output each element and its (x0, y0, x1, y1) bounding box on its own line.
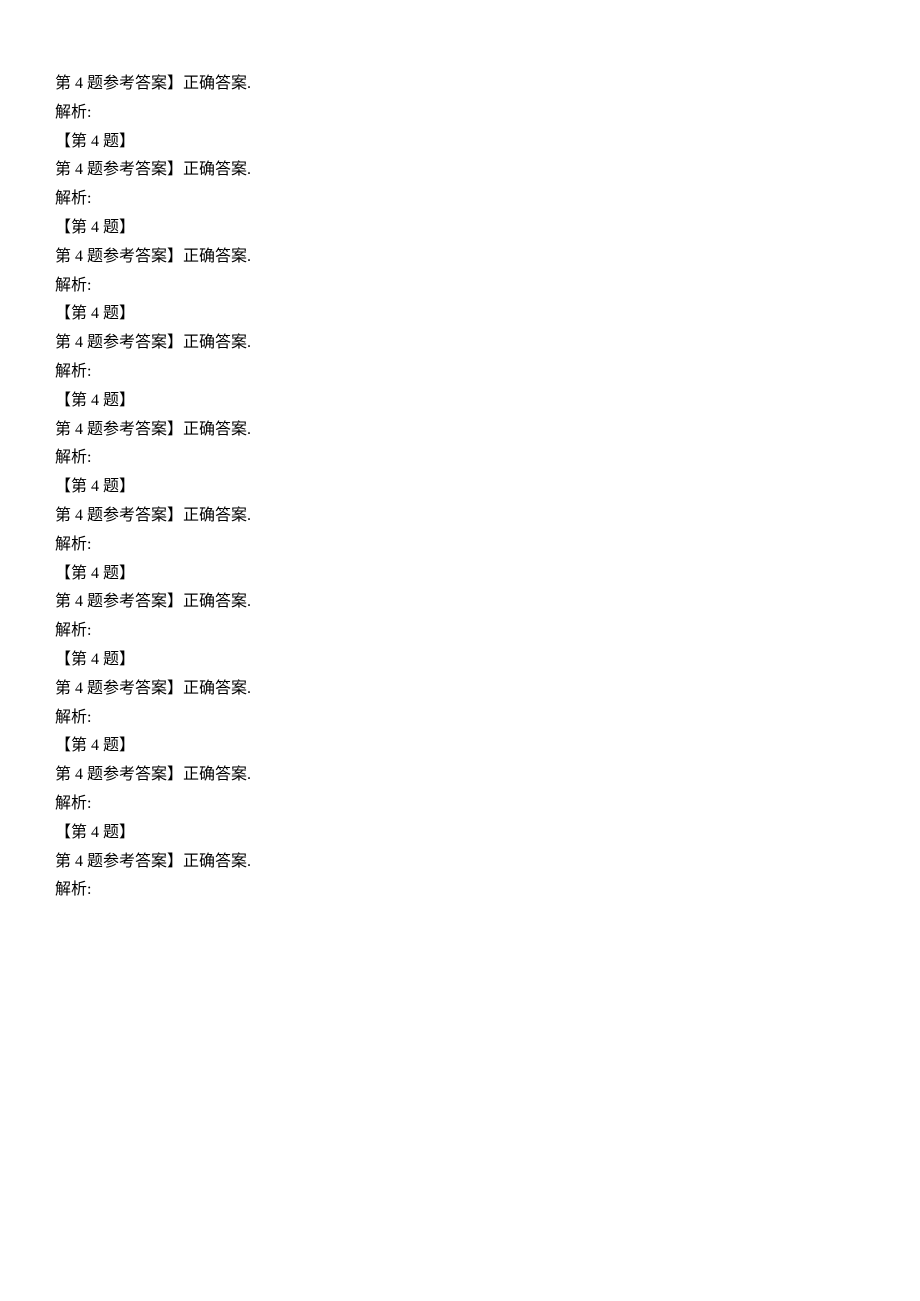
question-header: 【第 4 题】 (55, 819, 865, 848)
question-header: 【第 4 题】 (55, 732, 865, 761)
analysis-line: 解析: (55, 790, 865, 819)
analysis-line: 解析: (55, 531, 865, 560)
answer-line: 第 4 题参考答案】正确答案. (55, 156, 865, 185)
analysis-line: 解析: (55, 617, 865, 646)
answer-line: 第 4 题参考答案】正确答案. (55, 588, 865, 617)
question-header: 【第 4 题】 (55, 214, 865, 243)
question-header: 【第 4 题】 (55, 387, 865, 416)
question-header: 【第 4 题】 (55, 646, 865, 675)
question-header: 【第 4 题】 (55, 560, 865, 589)
answer-line: 第 4 题参考答案】正确答案. (55, 761, 865, 790)
question-header: 【第 4 题】 (55, 300, 865, 329)
question-header: 【第 4 题】 (55, 473, 865, 502)
answer-line: 第 4 题参考答案】正确答案. (55, 675, 865, 704)
question-header: 【第 4 题】 (55, 128, 865, 157)
analysis-line: 解析: (55, 444, 865, 473)
answer-line: 第 4 题参考答案】正确答案. (55, 416, 865, 445)
analysis-line: 解析: (55, 876, 865, 905)
document-body: 第 4 题参考答案】正确答案. 解析: 【第 4 题】 第 4 题参考答案】正确… (55, 70, 865, 905)
analysis-line: 解析: (55, 99, 865, 128)
analysis-line: 解析: (55, 272, 865, 301)
analysis-line: 解析: (55, 704, 865, 733)
answer-line: 第 4 题参考答案】正确答案. (55, 70, 865, 99)
analysis-line: 解析: (55, 185, 865, 214)
answer-line: 第 4 题参考答案】正确答案. (55, 329, 865, 358)
answer-line: 第 4 题参考答案】正确答案. (55, 243, 865, 272)
answer-line: 第 4 题参考答案】正确答案. (55, 502, 865, 531)
answer-line: 第 4 题参考答案】正确答案. (55, 848, 865, 877)
analysis-line: 解析: (55, 358, 865, 387)
